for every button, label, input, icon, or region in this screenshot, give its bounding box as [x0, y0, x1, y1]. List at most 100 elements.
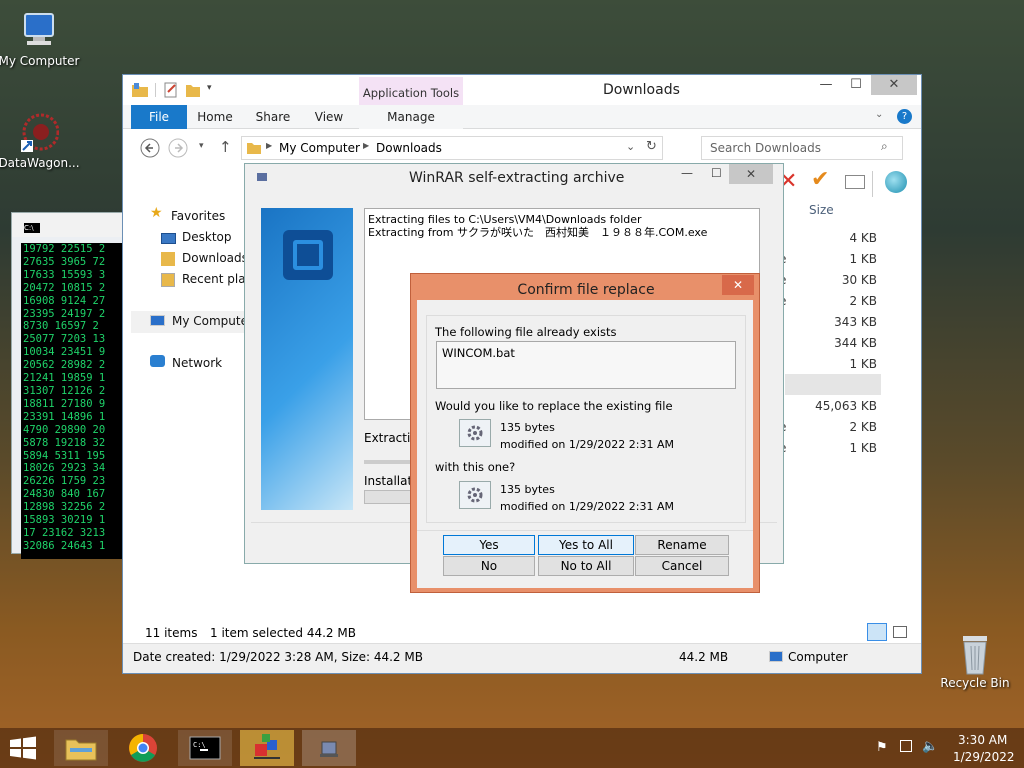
properties-pane-icon[interactable]: [845, 175, 865, 189]
file-size-cell: 4 KB: [849, 231, 877, 245]
file-size-cell: 1 KB: [849, 441, 877, 455]
no-button[interactable]: No: [443, 556, 535, 576]
existing-file-icon: [459, 419, 491, 447]
cmd-output-line: 32086 24643 1: [23, 539, 106, 552]
breadcrumb-downloads[interactable]: Downloads: [376, 141, 442, 155]
explorer-title-bar[interactable]: ▾ Application Tools Downloads — ☐ ✕: [123, 75, 921, 129]
nav-recent-places[interactable]: Recent plac: [182, 272, 252, 286]
qat-dropdown-icon[interactable]: ▾: [207, 83, 212, 93]
details-computer: Computer: [788, 650, 848, 664]
cmd-output: 19792 22515 2 27635 3965 72 17633 15593 32…: [21, 243, 131, 559]
action-center-flag-icon[interactable]: ⚑: [876, 740, 888, 755]
confirm-body: The following file already exists WINCOM…: [417, 300, 753, 588]
desktop-icon-recycle-bin[interactable]: Recycle Bin: [933, 632, 1017, 690]
search-input[interactable]: Search Downloads: [701, 136, 903, 160]
cmd-output-line: 31307 12126 2: [23, 384, 106, 397]
nav-network[interactable]: Network: [172, 356, 222, 370]
breadcrumb-my-computer[interactable]: My Computer: [279, 141, 360, 155]
winrar-title-bar[interactable]: WinRAR self-extracting archive — ☐ ✕: [245, 164, 783, 192]
taskbar-chrome[interactable]: [116, 730, 170, 766]
tab-file[interactable]: File: [131, 105, 187, 129]
file-size-cell: 45,063 KB: [815, 399, 877, 413]
cmd-title-bar[interactable]: C:\: [12, 213, 130, 237]
cancel-button[interactable]: Cancel: [635, 556, 729, 576]
ribbon-divider: [872, 171, 873, 197]
tab-manage[interactable]: Manage: [359, 105, 463, 129]
start-button[interactable]: [8, 736, 38, 760]
yes-to-all-button[interactable]: Yes to All: [538, 535, 634, 555]
nav-downloads[interactable]: Downloads: [182, 251, 248, 265]
winrar-maximize-button[interactable]: ☐: [711, 166, 722, 180]
maximize-button[interactable]: ☐: [841, 75, 871, 95]
new-file-size: 135 bytes: [500, 483, 555, 496]
winrar-progress-1: [364, 460, 414, 464]
globe-icon[interactable]: [885, 171, 907, 193]
cmd-icon: C:\: [24, 223, 40, 233]
tab-home[interactable]: Home: [193, 105, 237, 129]
desktop-icon-label: DataWagon...: [0, 156, 80, 170]
command-prompt-window[interactable]: C:\ 19792 22515 2 27635 3965 72 17633 1559…: [11, 212, 131, 559]
new-file-icon: [459, 481, 491, 509]
nav-desktop[interactable]: Desktop: [182, 230, 232, 244]
confirm-title: Confirm file replace: [517, 282, 655, 298]
winrar-title: WinRAR self-extracting archive: [409, 170, 625, 186]
winrar-minimize-button[interactable]: —: [681, 166, 693, 180]
up-button[interactable]: ↑: [219, 138, 232, 156]
search-icon: ⌕: [881, 139, 888, 153]
no-to-all-button[interactable]: No to All: [538, 556, 634, 576]
tab-share[interactable]: Share: [249, 105, 297, 129]
forward-button[interactable]: [168, 138, 188, 158]
back-button[interactable]: [140, 138, 160, 158]
cmd-output-line: 12898 32256 2: [23, 501, 106, 514]
nav-my-computer[interactable]: My Computer: [172, 314, 253, 328]
refresh-icon[interactable]: ↻: [646, 139, 657, 154]
cmd-output-line: 26226 1759 23: [23, 475, 106, 488]
address-dropdown-icon[interactable]: ⌄: [626, 140, 635, 153]
qat-separator: [155, 83, 156, 97]
new-folder-icon[interactable]: [185, 82, 201, 98]
properties-icon[interactable]: [163, 82, 179, 98]
selected-row-highlight: [785, 374, 881, 395]
existing-file-size: 135 bytes: [500, 421, 555, 434]
yes-button[interactable]: Yes: [443, 535, 535, 555]
confirm-replace-dialog[interactable]: Confirm file replace ✕ The following fil…: [410, 273, 760, 593]
file-size-cell: 344 KB: [834, 336, 877, 350]
taskbar-explorer[interactable]: [54, 730, 108, 766]
close-button[interactable]: ✕: [871, 75, 917, 95]
cmd-output-line: 25077 7203 13: [23, 333, 106, 346]
cmd-output-line: 5878 19218 32: [23, 436, 106, 449]
desktop-icon-label: My Computer: [0, 54, 80, 68]
minimize-button[interactable]: —: [811, 75, 841, 95]
chrome-icon: [129, 734, 157, 762]
desktop-icon-my-computer[interactable]: My Computer: [0, 10, 81, 68]
help-icon[interactable]: ?: [897, 109, 912, 124]
cmd-output-line: 8730 16597 2: [23, 320, 99, 333]
confirm-close-button[interactable]: ✕: [722, 275, 754, 295]
address-bar[interactable]: ▶ My Computer ▶ Downloads ⌄ ↻: [241, 136, 663, 160]
details-view-button[interactable]: [867, 623, 887, 641]
clock-date[interactable]: 1/29/2022: [953, 750, 1015, 764]
clock-time[interactable]: 3:30 AM: [958, 733, 1007, 747]
large-icons-view-button[interactable]: [893, 626, 907, 638]
ribbon-expand-icon[interactable]: ⌄: [875, 109, 883, 120]
winrar-close-button[interactable]: ✕: [729, 164, 773, 184]
select-check-icon[interactable]: ✔: [811, 167, 829, 192]
winrar-logo-icon: [283, 230, 333, 280]
volume-muted-icon[interactable]: 🔈: [922, 739, 938, 754]
desktop-icon-label: Recycle Bin: [940, 676, 1010, 690]
network-tray-icon[interactable]: [900, 740, 912, 752]
tab-view[interactable]: View: [307, 105, 351, 129]
recent-locations-icon[interactable]: ▾: [199, 141, 204, 151]
taskbar-datawagon[interactable]: [240, 730, 294, 766]
cmd-output-line: 16908 9124 27: [23, 294, 106, 307]
taskbar-cmd[interactable]: C:\: [178, 730, 232, 766]
replace-question: Would you like to replace the existing f…: [435, 399, 673, 413]
taskbar-winrar[interactable]: [302, 730, 356, 766]
favorites-star-icon: ★: [150, 205, 163, 221]
desktop-icon-datawagon[interactable]: DataWagon...: [0, 112, 81, 170]
nav-favorites[interactable]: Favorites: [171, 209, 225, 223]
rename-button[interactable]: Rename: [635, 535, 729, 555]
existing-filename-box: WINCOM.bat: [436, 341, 736, 389]
column-header-size[interactable]: Size: [809, 203, 834, 217]
cmd-output-line: 17 23162 3213: [23, 526, 106, 539]
